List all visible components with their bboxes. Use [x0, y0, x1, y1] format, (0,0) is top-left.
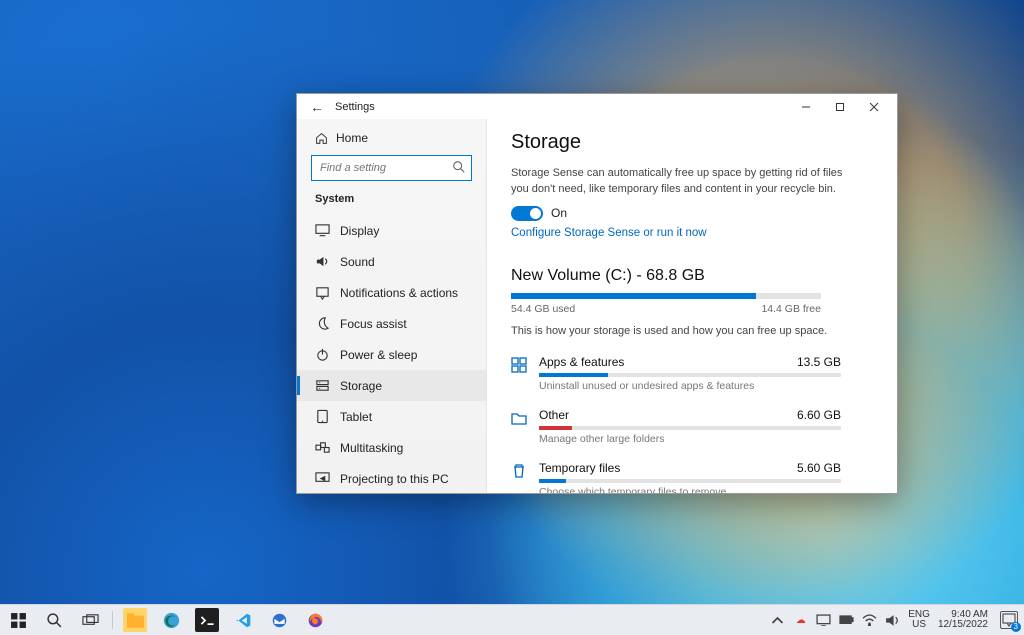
- sidebar-item-label: Projecting to this PC: [340, 472, 449, 486]
- multitask-icon: [315, 440, 330, 455]
- sidebar-item-label: Multitasking: [340, 441, 403, 455]
- display-icon: [315, 223, 330, 238]
- storage-category-apps-features[interactable]: Apps & features 13.5 GB Uninstall unused o…: [511, 349, 841, 402]
- category-size: 13.5 GB: [797, 355, 841, 369]
- sidebar-item-focus-assist[interactable]: Focus assist: [297, 308, 486, 339]
- folder-icon: [511, 410, 527, 426]
- storage-icon: [315, 378, 330, 393]
- sidebar: Home System Display Sound Notifications & …: [297, 119, 487, 493]
- sidebar-item-sound[interactable]: Sound: [297, 246, 486, 277]
- window-title: Settings: [335, 101, 375, 113]
- sidebar-item-power-sleep[interactable]: Power & sleep: [297, 339, 486, 370]
- start-button[interactable]: [0, 605, 36, 635]
- back-button[interactable]: ←: [307, 99, 327, 115]
- taskbar-app-explorer[interactable]: [117, 605, 153, 635]
- action-center-button[interactable]: [1000, 611, 1018, 629]
- sidebar-item-label: Notifications & actions: [340, 286, 458, 300]
- sidebar-item-multitasking[interactable]: Multitasking: [297, 432, 486, 463]
- storage-explain: This is how your storage is used and how…: [511, 325, 873, 337]
- moon-icon: [315, 316, 330, 331]
- project-icon: [315, 471, 330, 486]
- category-name: Apps & features: [539, 355, 624, 369]
- search-box[interactable]: [311, 155, 472, 181]
- category-bar: [539, 479, 841, 483]
- storage-category-other[interactable]: Other 6.60 GB Manage other large folders: [511, 402, 841, 455]
- sidebar-item-label: Power & sleep: [340, 348, 417, 362]
- tray-project-icon[interactable]: [816, 613, 831, 628]
- tray-onedrive-icon[interactable]: ☁: [793, 613, 808, 628]
- tray-wifi-icon[interactable]: [862, 613, 877, 628]
- search-icon: [452, 160, 466, 179]
- storage-sense-desc: Storage Sense can automatically free up …: [511, 166, 851, 198]
- taskbar-app-thunderbird[interactable]: [261, 605, 297, 635]
- page-heading: Storage: [511, 131, 873, 154]
- volume-used-label: 54.4 GB used: [511, 303, 575, 315]
- home-link[interactable]: Home: [297, 127, 486, 155]
- category-bar: [539, 426, 841, 430]
- category-hint: Manage other large folders: [539, 433, 841, 445]
- notifications-icon: [315, 285, 330, 300]
- content-area: Storage Storage Sense can automatically …: [487, 119, 897, 493]
- category-bar: [539, 373, 841, 377]
- sidebar-item-label: Storage: [340, 379, 382, 393]
- sidebar-item-label: Tablet: [340, 410, 372, 424]
- tray-volume-icon[interactable]: [885, 613, 900, 628]
- sidebar-item-notifications-actions[interactable]: Notifications & actions: [297, 277, 486, 308]
- task-view-button[interactable]: [72, 605, 108, 635]
- tray-battery-icon[interactable]: [839, 613, 854, 628]
- sidebar-item-storage[interactable]: Storage: [297, 370, 486, 401]
- sidebar-category-header: System: [297, 193, 486, 215]
- category-hint: Choose which temporary files to remove: [539, 486, 841, 493]
- taskbar-app-edge[interactable]: [153, 605, 189, 635]
- category-size: 6.60 GB: [797, 408, 841, 422]
- trash-icon: [511, 463, 527, 479]
- volume-usage-bar: [511, 293, 821, 299]
- volume-title: New Volume (C:) - 68.8 GB: [511, 267, 873, 285]
- minimize-button[interactable]: [789, 94, 823, 119]
- search-input[interactable]: [311, 155, 472, 181]
- taskbar-app-terminal[interactable]: [189, 605, 225, 635]
- sidebar-item-label: Display: [340, 224, 379, 238]
- titlebar: ← Settings: [297, 94, 897, 119]
- tablet-icon: [315, 409, 330, 424]
- sidebar-item-projecting-to-this-pc[interactable]: Projecting to this PC: [297, 463, 486, 493]
- configure-storage-sense-link[interactable]: Configure Storage Sense or run it now: [511, 227, 707, 239]
- home-icon: [315, 132, 328, 145]
- category-size: 5.60 GB: [797, 461, 841, 475]
- sidebar-item-label: Sound: [340, 255, 375, 269]
- close-button[interactable]: [857, 94, 891, 119]
- taskbar-app-vscode[interactable]: [225, 605, 261, 635]
- language-indicator[interactable]: ENG US: [908, 610, 930, 630]
- taskbar-app-firefox[interactable]: [297, 605, 333, 635]
- settings-window: ← Settings Home System Display Sound Notif…: [296, 93, 898, 494]
- power-icon: [315, 347, 330, 362]
- maximize-button[interactable]: [823, 94, 857, 119]
- storage-sense-toggle[interactable]: [511, 206, 543, 221]
- sidebar-item-label: Focus assist: [340, 317, 407, 331]
- storage-category-temporary-files[interactable]: Temporary files 5.60 GB Choose which tempo…: [511, 455, 841, 493]
- tray-chevron-icon[interactable]: [770, 613, 785, 628]
- apps-icon: [511, 357, 527, 373]
- sidebar-item-display[interactable]: Display: [297, 215, 486, 246]
- category-hint: Uninstall unused or undesired apps & fea…: [539, 380, 841, 392]
- volume-free-label: 14.4 GB free: [761, 303, 821, 315]
- sound-icon: [315, 254, 330, 269]
- taskbar: ☁ ENG US 9:40 AM 12/15/2022: [0, 604, 1024, 635]
- category-name: Other: [539, 408, 569, 422]
- clock[interactable]: 9:40 AM 12/15/2022: [938, 610, 988, 630]
- category-name: Temporary files: [539, 461, 620, 475]
- search-button[interactable]: [36, 605, 72, 635]
- home-label: Home: [336, 131, 368, 145]
- storage-sense-toggle-label: On: [551, 206, 567, 220]
- sidebar-item-tablet[interactable]: Tablet: [297, 401, 486, 432]
